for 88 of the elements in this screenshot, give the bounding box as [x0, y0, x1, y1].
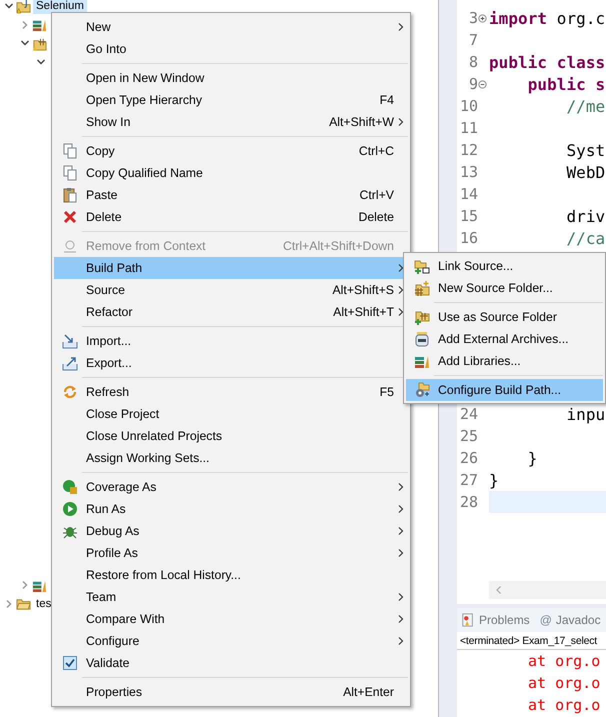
package-folder-icon — [414, 280, 430, 296]
menu-item[interactable]: Add Libraries... — [406, 350, 603, 372]
chevron-right-icon[interactable] — [20, 580, 30, 590]
line-number: 12 — [458, 141, 478, 159]
jar-icon — [414, 331, 430, 347]
menu-item[interactable]: Add External Archives... — [406, 328, 603, 350]
line-number: 24 — [458, 405, 478, 423]
gear-icon — [414, 382, 430, 398]
delete-icon — [62, 209, 78, 225]
panel-tab[interactable]: @ Javadoc — [540, 613, 601, 627]
tree-item[interactable]: tes — [33, 596, 54, 612]
checkbox-icon[interactable] — [62, 655, 78, 671]
menu-item[interactable]: Show In Alt+Shift+W — [54, 111, 408, 133]
code-line: Syst — [565, 140, 606, 160]
menu-item[interactable]: Close Unrelated Projects — [54, 425, 408, 447]
menu-item[interactable]: Run As — [54, 498, 408, 520]
menu-item[interactable]: Coverage As — [54, 476, 408, 498]
menu-item[interactable]: Configure Build Path... — [406, 379, 603, 401]
tree-item[interactable]: Selenium — [33, 0, 87, 14]
code-line: WebD — [565, 162, 606, 182]
package-folder-icon — [414, 309, 430, 325]
project-folder-icon — [16, 0, 31, 14]
chevron-down-icon[interactable] — [36, 56, 46, 67]
line-number: 8 — [468, 53, 478, 71]
line-number: 27 — [458, 471, 478, 489]
line-number: 9 — [468, 75, 478, 93]
code-line: driv — [565, 206, 606, 226]
menu-item[interactable]: Properties Alt+Enter — [54, 681, 408, 703]
menu-item[interactable]: Open in New Window — [54, 67, 408, 89]
console-line: at org.o — [527, 673, 602, 694]
line-number: 26 — [458, 449, 478, 467]
code-line: //ca — [565, 228, 606, 248]
import-icon — [62, 333, 78, 349]
collapse-icon[interactable] — [478, 80, 487, 88]
line-number: 28 — [458, 493, 478, 511]
menu-item[interactable]: Copy Ctrl+C — [54, 140, 408, 162]
code-line: //me — [565, 96, 606, 116]
expand-icon[interactable] — [478, 14, 487, 22]
line-number: 14 — [458, 185, 478, 203]
menu-item[interactable]: Restore from Local History... — [54, 564, 408, 586]
menu-item[interactable]: Validate — [54, 652, 408, 674]
menu-item[interactable]: Use as Source Folder — [406, 306, 603, 328]
code-line: import org.c — [489, 8, 606, 28]
line-number: 10 — [458, 97, 478, 115]
menu-item[interactable]: Team — [54, 586, 408, 608]
menu-item[interactable]: Assign Working Sets... — [54, 447, 408, 469]
line-number: 16 — [458, 229, 478, 247]
console-line: at org.o — [527, 651, 602, 672]
refresh-icon — [62, 384, 78, 400]
problems-icon — [461, 613, 475, 627]
menu-item[interactable]: Link Source... — [406, 255, 603, 277]
code-line: } — [489, 470, 499, 490]
line-number: 15 — [458, 207, 478, 225]
menu-item[interactable]: Paste Ctrl+V — [54, 184, 408, 206]
console-header: <terminated> Exam_17_select — [457, 632, 606, 650]
code-line: inpu — [565, 404, 606, 424]
menu-item[interactable]: Configure — [54, 630, 408, 652]
line-number: 11 — [458, 119, 478, 137]
menu-item[interactable]: Debug As — [54, 520, 408, 542]
chevron-right-icon[interactable] — [20, 20, 30, 30]
coverage-icon — [62, 479, 78, 495]
line-number: 25 — [458, 427, 478, 445]
code-line: public class — [489, 52, 606, 72]
menu-item[interactable]: New — [54, 16, 408, 38]
code-line: public s — [526, 74, 606, 94]
code-line: } — [526, 448, 538, 468]
line-number: 3 — [468, 9, 478, 27]
menu-item[interactable]: Copy Qualified Name — [54, 162, 408, 184]
folder-link-icon — [414, 258, 430, 274]
panel-tab[interactable]: Problems — [461, 613, 530, 627]
horizontal-scrollbar[interactable] — [489, 581, 606, 599]
menu-item[interactable]: Profile As — [54, 542, 408, 564]
line-number: 7 — [468, 31, 478, 49]
copy-icon — [62, 165, 78, 181]
menu-item[interactable]: Close Project — [54, 403, 408, 425]
remove-icon — [62, 238, 78, 254]
menu-item[interactable]: New Source Folder... — [406, 277, 603, 299]
console-line: at org.o — [527, 695, 602, 716]
menu-item[interactable]: Delete Delete — [54, 206, 408, 228]
menu-item[interactable]: Go Into — [54, 38, 408, 60]
menu-item[interactable]: Compare With — [54, 608, 408, 630]
menu-item[interactable]: Open Type Hierarchy F4 — [54, 89, 408, 111]
line-number: 13 — [458, 163, 478, 181]
clipboard-icon — [62, 187, 78, 203]
copy-icon — [62, 143, 78, 159]
chevron-right-icon[interactable] — [4, 598, 14, 609]
run-icon — [62, 501, 78, 517]
export-icon — [62, 355, 78, 371]
